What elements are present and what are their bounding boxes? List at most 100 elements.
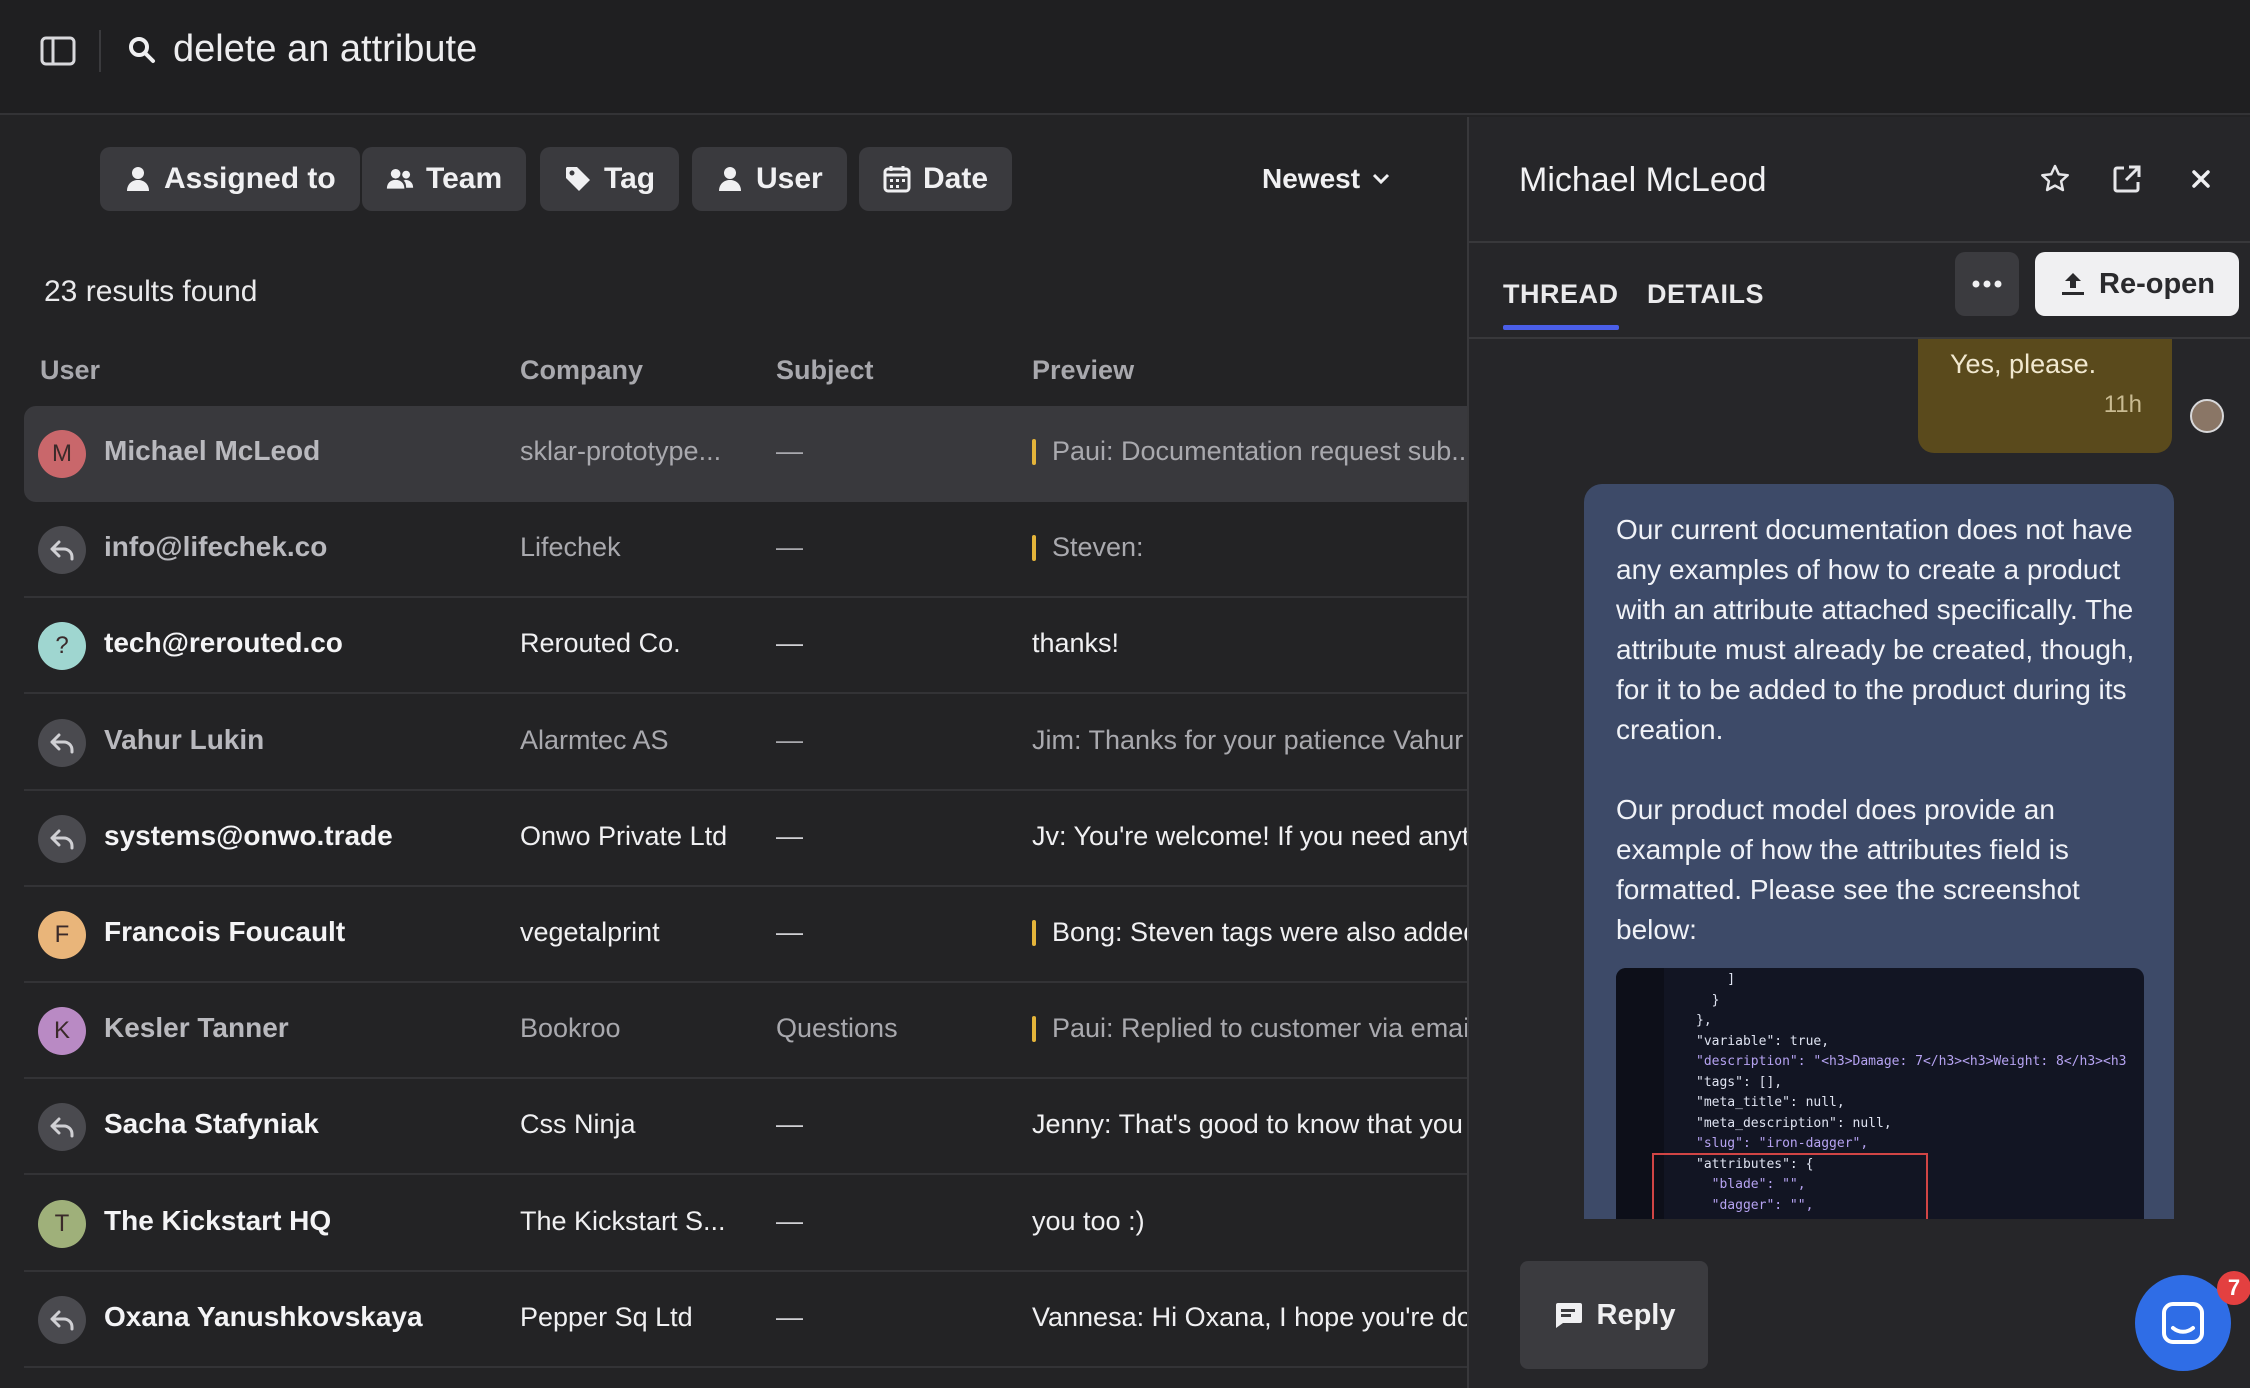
reply-button[interactable]: Reply <box>1520 1261 1708 1369</box>
tab-details[interactable]: DETAILS <box>1647 279 1764 310</box>
note-indicator <box>1032 438 1036 465</box>
table-row[interactable]: K Kesler Tanner Bookroo Questions Paui: Repl… <box>24 983 1467 1080</box>
table-row[interactable]: ? tech@rerouted.co Rerouted Co. — thanks! <box>24 598 1467 695</box>
column-header-company[interactable]: Company <box>520 355 643 386</box>
row-company: Alarmtec AS <box>520 724 669 755</box>
reply-chat-icon <box>1555 1303 1582 1328</box>
row-user: systems@onwo.trade <box>104 819 393 851</box>
row-user: Michael McLeod <box>104 435 321 466</box>
note-indicator <box>1032 1015 1036 1042</box>
row-company: Rerouted Co. <box>520 628 681 659</box>
reply-arrow-icon <box>38 1295 86 1344</box>
close-icon[interactable] <box>2185 163 2217 195</box>
sort-dropdown[interactable]: Newest <box>1262 163 1390 195</box>
message-text: Yes, please. <box>1950 349 2097 379</box>
row-preview: Jv: You're welcome! If you need anyt <box>1032 821 1467 852</box>
contact-name: Michael McLeod <box>1519 161 1767 199</box>
thread-messages: Yes, please. 11h Our current documentati… <box>1469 339 2250 1219</box>
code-line: "description": "<h3>Damage: 7</h3><h3>We… <box>1696 1054 2127 1069</box>
avatar: F <box>38 911 86 959</box>
row-preview: Jim: Thanks for your patience Vahur <box>1032 725 1463 756</box>
row-preview: you too :) <box>1032 1206 1145 1237</box>
table-row[interactable]: Oxana Yanushkovskaya Pepper Sq Ltd — Vannes… <box>24 1272 1467 1368</box>
table-row[interactable]: T The Kickstart HQ The Kickstart S... — you … <box>24 1176 1467 1272</box>
row-preview-text: Jenny: That's good to know that you <box>1032 1109 1463 1140</box>
avatar: M <box>38 430 86 478</box>
code-line: ] <box>1696 972 1736 987</box>
row-company: Bookroo <box>520 1013 621 1044</box>
star-icon[interactable] <box>2039 163 2071 195</box>
filter-label: Tag <box>604 162 656 195</box>
row-company: Css Ninja <box>520 1109 636 1140</box>
reopen-button[interactable]: Re-open <box>2035 252 2239 316</box>
filter-tag-button[interactable]: Tag <box>540 147 680 211</box>
row-user: info@lifechek.co <box>104 531 328 563</box>
column-header-preview[interactable]: Preview <box>1032 355 1134 386</box>
row-preview: Bong: Steven tags were also added <box>1032 917 1467 948</box>
note-indicator <box>1032 534 1036 561</box>
notification-badge: 7 <box>2217 1271 2250 1305</box>
row-preview-text: Bong: Steven tags were also added <box>1052 917 1467 947</box>
filter-team-button[interactable]: Team <box>362 147 527 211</box>
reply-arrow-icon <box>38 814 86 863</box>
note-indicator <box>1032 919 1036 946</box>
people-icon <box>386 168 414 189</box>
row-subject: — <box>776 628 803 659</box>
table-row[interactable]: systems@onwo.trade Onwo Private Ltd — Jv: Y… <box>24 791 1467 887</box>
divider <box>99 30 101 72</box>
row-preview-text: Jv: You're welcome! If you need anyt <box>1032 820 1467 851</box>
tag-icon <box>566 167 590 191</box>
row-preview-text: you too :) <box>1032 1205 1145 1236</box>
filter-label: Assigned to <box>164 162 336 195</box>
table-row[interactable]: info@lifechek.co Lifechek — Steven: <box>24 502 1467 599</box>
top-bar: delete an attribute <box>0 0 2250 115</box>
reply-arrow-icon <box>38 526 86 575</box>
row-user: tech@rerouted.co <box>104 627 343 659</box>
row-user: Oxana Yanushkovskaya <box>104 1300 423 1332</box>
conversation-panel: Michael McLeod THREAD DETAILS Re-open Ye… <box>1467 117 2250 1388</box>
code-line: "slug": "iron-dagger", <box>1696 1136 1869 1151</box>
row-company: Lifechek <box>520 532 621 563</box>
row-preview-text: Steven: <box>1052 532 1144 563</box>
table-row[interactable]: F Francois Foucault vegetalprint — Bong: Ste… <box>24 887 1467 983</box>
filter-user-button[interactable]: User <box>692 147 847 211</box>
row-user: Kesler Tanner <box>104 1012 289 1044</box>
code-screenshot[interactable]: ] }}, "variable": true, "description": "<h… <box>1616 968 2144 1219</box>
row-preview: Paui: Replied to customer via email <box>1032 1013 1467 1044</box>
message-paragraph: Our current documentation does not have … <box>1616 514 2135 745</box>
row-company: The Kickstart S... <box>520 1205 726 1236</box>
table-row[interactable]: Sacha Stafyniak Css Ninja — Jenny: That's g… <box>24 1079 1467 1176</box>
table-row[interactable]: Vahur Lukin Alarmtec AS — Jim: Thanks for y… <box>24 695 1467 791</box>
row-company: Pepper Sq Ltd <box>520 1301 693 1332</box>
filter-date-button[interactable]: Date <box>859 147 1013 211</box>
row-user: Vahur Lukin <box>104 723 265 755</box>
row-subject: — <box>776 917 803 947</box>
tab-thread[interactable]: THREAD <box>1503 279 1619 330</box>
agent-message-bubble: Our current documentation does not have … <box>1584 484 2174 1219</box>
table-header: User Company Subject Preview <box>0 355 1467 405</box>
row-subject: Questions <box>776 1013 898 1044</box>
reply-arrow-icon <box>38 1103 86 1152</box>
more-options-button[interactable] <box>1955 252 2019 316</box>
row-subject: — <box>776 1109 803 1140</box>
search-input[interactable]: delete an attribute <box>173 28 477 71</box>
reopen-label: Re-open <box>2099 267 2215 300</box>
row-company: vegetalprint <box>520 917 660 947</box>
open-external-icon[interactable] <box>2111 163 2143 195</box>
person-icon <box>719 167 741 191</box>
row-preview: thanks! <box>1032 628 1119 659</box>
row-preview: Paui: Documentation request sub... <box>1032 436 1467 467</box>
filter-label: Team <box>426 162 503 195</box>
column-header-user[interactable]: User <box>40 355 100 386</box>
row-preview-text: Jim: Thanks for your patience Vahur <box>1032 724 1464 755</box>
table-row[interactable]: M Michael McLeod sklar-prototype... — Paui: … <box>24 406 1467 502</box>
row-user: Sacha Stafyniak <box>104 1108 319 1140</box>
filter-assigned-to-button[interactable]: Assigned to <box>100 147 360 211</box>
chevron-down-icon <box>1372 173 1390 185</box>
column-header-subject[interactable]: Subject <box>776 355 874 386</box>
code-line: } <box>1696 992 1720 1008</box>
row-user: The Kickstart HQ <box>104 1204 332 1236</box>
sidebar-toggle-icon[interactable] <box>40 36 76 66</box>
results-count: 23 results found <box>44 275 258 308</box>
row-subject: — <box>776 436 803 466</box>
